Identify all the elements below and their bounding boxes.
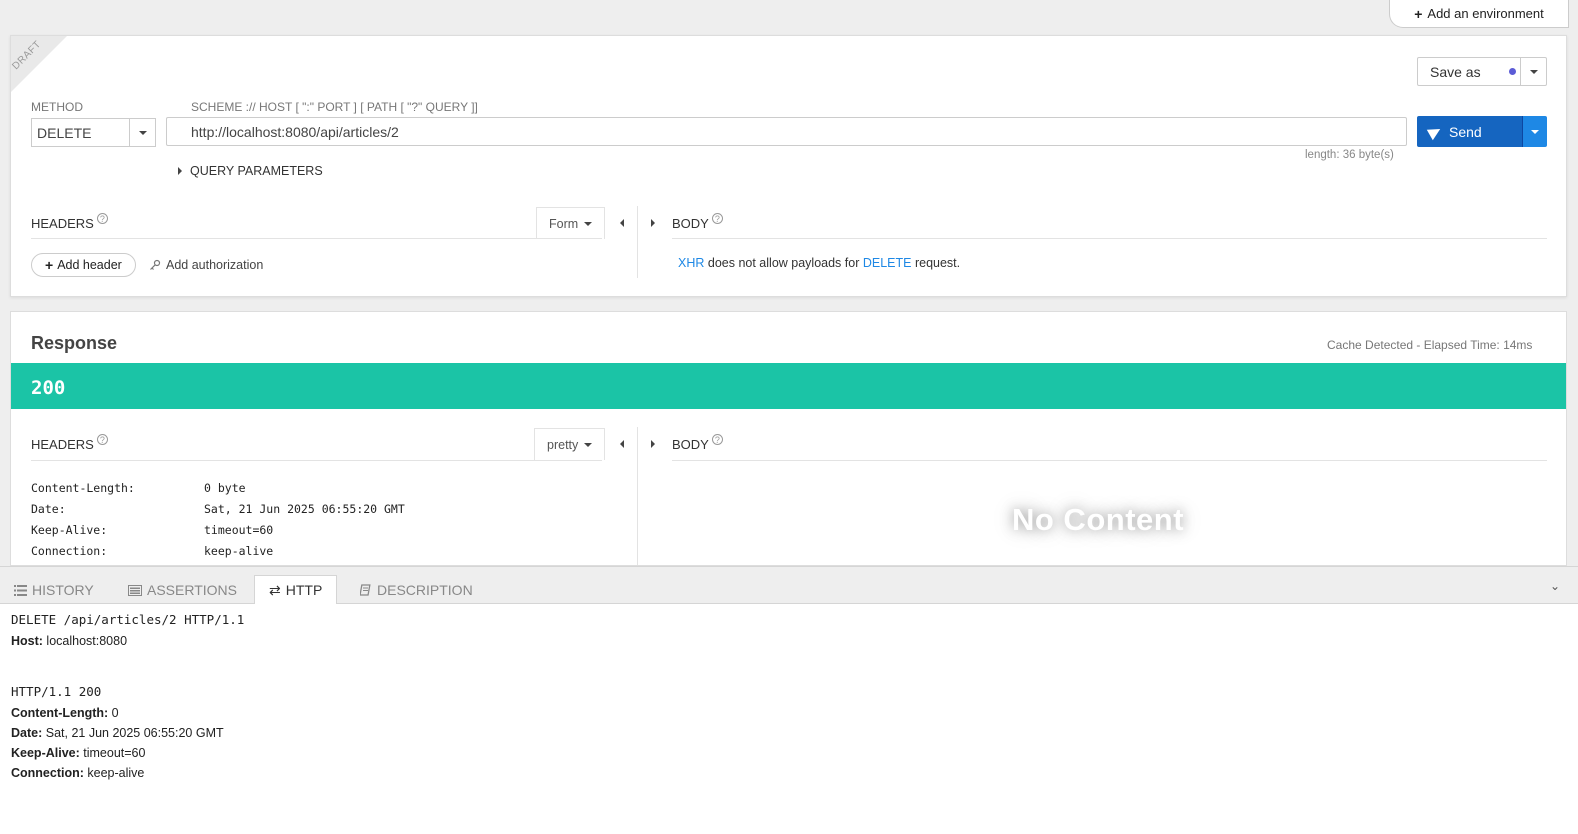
http-header-line: Content-Length: 0	[11, 706, 119, 720]
url-input[interactable]	[166, 117, 1407, 146]
book-icon	[360, 584, 371, 596]
query-parameters-toggle[interactable]: QUERY PARAMETERS	[178, 164, 323, 178]
response-body-title: BODY?	[672, 434, 723, 452]
response-line: HTTP/1.1 200	[11, 684, 102, 699]
http-panel: DELETE /api/articles/2 HTTP/1.1 Host: lo…	[0, 604, 1578, 834]
collapse-right-button[interactable]	[646, 437, 660, 451]
request-line: DELETE /api/articles/2 HTTP/1.1	[11, 612, 245, 627]
draft-ribbon: DRAFT	[11, 36, 67, 92]
request-body-title: BODY?	[672, 213, 723, 231]
header-row: Keep-Alive: timeout=60	[31, 522, 274, 537]
chevron-down-icon	[1531, 129, 1539, 134]
paper-plane-icon	[1426, 123, 1444, 140]
tab-assertions[interactable]: ASSERTIONS	[114, 575, 251, 605]
splitter[interactable]	[637, 206, 638, 278]
header-row: Date: Sat, 21 Jun 2025 06:55:20 GMT	[31, 501, 405, 516]
http-header-line: Keep-Alive: timeout=60	[11, 746, 146, 760]
collapse-left-button[interactable]	[615, 216, 629, 230]
url-label: SCHEME :// HOST [ ":" PORT ] [ PATH [ "?…	[191, 100, 478, 114]
divider	[31, 460, 602, 461]
header-row: Connection: keep-alive	[31, 543, 274, 558]
send-group: Send	[1417, 116, 1547, 147]
http-header-line: Host: localhost:8080	[11, 634, 128, 648]
send-dropdown-button[interactable]	[1522, 116, 1547, 147]
header-row: Content-Length: 0 byte	[31, 480, 246, 495]
key-icon	[150, 259, 161, 270]
response-headers-list: Content-Length: 0 byte Date: Sat, 21 Jun 2…	[31, 477, 405, 561]
response-title: Response	[31, 333, 118, 353]
divider	[672, 238, 1547, 239]
http-header-line: Connection: keep-alive	[11, 766, 145, 780]
help-icon: ?	[711, 434, 723, 445]
exchange-icon: ⇄	[269, 581, 281, 598]
tab-http[interactable]: ⇄ HTTP	[254, 575, 338, 605]
assertions-icon	[128, 584, 142, 596]
no-content-label: No Content	[1012, 502, 1185, 537]
chevron-down-icon	[584, 221, 593, 226]
add-environment-label: Add an environment	[1427, 6, 1544, 21]
method-select[interactable]: DELETE	[31, 118, 156, 147]
add-environment-button[interactable]: + Add an environment	[1389, 0, 1569, 28]
chevron-down-icon[interactable]: ⌄	[1550, 579, 1560, 593]
unsaved-dot-icon	[1508, 68, 1516, 75]
caret-right-icon	[651, 440, 655, 448]
http-header-line: Date: Sat, 21 Jun 2025 06:55:20 GMT	[11, 726, 224, 740]
collapse-right-button[interactable]	[646, 216, 660, 230]
add-header-button[interactable]: + Add header	[31, 253, 136, 277]
headers-mode-dropdown[interactable]: Form	[536, 207, 606, 239]
splitter[interactable]	[637, 427, 638, 565]
save-dropdown-button[interactable]	[1520, 58, 1546, 85]
help-icon: ?	[96, 213, 108, 224]
chevron-down-icon	[129, 119, 155, 146]
url-length: length: 36 byte(s)	[1305, 149, 1394, 161]
plus-icon: +	[45, 257, 54, 273]
headers-format-dropdown[interactable]: pretty	[534, 428, 606, 460]
divider	[672, 460, 1547, 461]
caret-right-icon	[651, 219, 655, 227]
send-button[interactable]: Send	[1417, 116, 1522, 147]
method-value: DELETE	[37, 125, 92, 141]
status-bar: 200	[11, 363, 1566, 409]
tab-history[interactable]: HISTORY	[0, 575, 108, 605]
response-panel: Response Cache Detected - Elapsed Time: …	[10, 311, 1567, 566]
xhr-message: XHR does not allow payloads for DELETE r…	[678, 256, 961, 270]
request-panel: DRAFT METHOD SCHEME :// HOST [ ":" PORT …	[10, 35, 1567, 297]
add-authorization-link[interactable]: Add authorization	[149, 258, 263, 272]
plus-icon: +	[1414, 5, 1423, 22]
collapse-left-button[interactable]	[615, 437, 629, 451]
help-icon: ?	[711, 213, 723, 224]
caret-left-icon	[620, 219, 624, 227]
chevron-down-icon	[1529, 69, 1538, 74]
response-headers-title: HEADERS?	[31, 434, 108, 452]
bottom-tabs: HISTORY ASSERTIONS ⇄ HTTP DESCRIPTION ⌄	[0, 566, 1578, 605]
caret-left-icon	[620, 440, 624, 448]
list-icon	[14, 584, 27, 596]
help-icon: ?	[96, 434, 108, 445]
divider	[31, 238, 602, 239]
method-label: METHOD	[31, 100, 83, 114]
request-headers-title: HEADERS?	[31, 213, 108, 231]
caret-right-icon	[178, 167, 182, 175]
response-meta: Cache Detected - Elapsed Time: 14ms	[1327, 338, 1533, 352]
save-as-button[interactable]: Save as	[1418, 58, 1520, 85]
chevron-down-icon	[584, 442, 593, 447]
save-as-group: Save as	[1417, 57, 1547, 86]
tab-description[interactable]: DESCRIPTION	[346, 575, 487, 605]
status-code: 200	[31, 377, 66, 399]
